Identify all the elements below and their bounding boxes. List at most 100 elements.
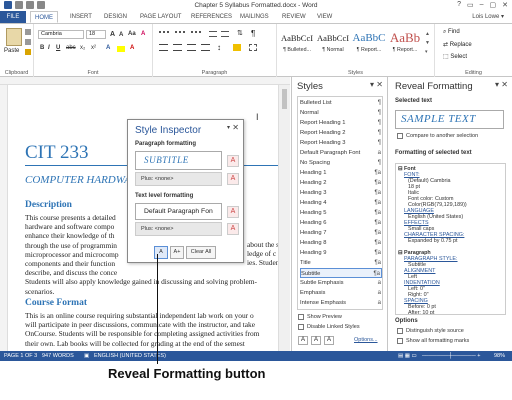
show-all-marks-checkbox[interactable] bbox=[397, 338, 403, 344]
style-list-item[interactable]: Heading 3 ¶a bbox=[300, 188, 382, 198]
maximize-button[interactable]: ▢ bbox=[490, 1, 497, 9]
align-center-icon[interactable] bbox=[173, 44, 182, 51]
bold-button[interactable]: B bbox=[40, 45, 44, 51]
tab-review[interactable]: REVIEW bbox=[278, 11, 310, 23]
clear-text-icon[interactable]: A bbox=[227, 223, 239, 235]
pane-menu-icon[interactable]: ▾ bbox=[227, 124, 230, 131]
align-left-icon[interactable] bbox=[159, 44, 168, 51]
font-name-combo[interactable]: Cambria bbox=[38, 30, 84, 39]
tab-file[interactable]: FILE bbox=[0, 11, 26, 23]
word-count[interactable]: 947 WORDS bbox=[42, 353, 74, 359]
view-buttons[interactable]: ▤ ▦ ▭ bbox=[398, 353, 417, 359]
sort-icon[interactable]: ⇅ bbox=[237, 29, 243, 37]
vertical-ruler[interactable] bbox=[0, 85, 8, 351]
manage-styles-icon[interactable]: A bbox=[324, 336, 334, 345]
sample-text-box[interactable]: SAMPLE TEXT bbox=[395, 110, 504, 129]
paragraph-plus-box[interactable]: Plus: <none> bbox=[135, 172, 222, 186]
style-list-item[interactable]: Report Heading 3 ¶ bbox=[300, 138, 382, 148]
style-gallery-item[interactable]: AaBb ¶ Report... bbox=[388, 29, 422, 61]
superscript-button[interactable]: x² bbox=[91, 45, 96, 51]
justify-icon[interactable] bbox=[201, 44, 210, 51]
style-list-item[interactable]: Heading 5 ¶a bbox=[300, 208, 382, 218]
close-icon[interactable]: ▾ ✕ bbox=[370, 80, 383, 89]
clear-formatting-icon[interactable]: A bbox=[141, 31, 145, 37]
user-account[interactable]: Lois Lowe ▾ bbox=[472, 13, 504, 20]
tab-design[interactable]: DESIGN bbox=[100, 11, 131, 23]
style-list-item[interactable]: Subtle Emphasis a bbox=[300, 278, 382, 288]
tab-references[interactable]: REFERENCES bbox=[187, 11, 236, 23]
proofing-icon[interactable]: ▣ bbox=[84, 353, 89, 359]
paste-icon[interactable] bbox=[6, 28, 22, 46]
language-status[interactable]: ENGLISH (UNITED STATES) bbox=[94, 353, 166, 359]
style-list-item[interactable]: Report Heading 1 ¶ bbox=[300, 118, 382, 128]
line-spacing-icon[interactable]: ↕ bbox=[217, 43, 221, 52]
scroll-thumb[interactable] bbox=[282, 89, 287, 109]
style-list-item[interactable]: No Spacing ¶ bbox=[300, 158, 382, 168]
italic-button[interactable]: I bbox=[48, 45, 50, 51]
new-style-button[interactable]: A+ bbox=[170, 246, 184, 259]
reset-text-icon[interactable]: A bbox=[227, 206, 239, 218]
style-inspector-icon[interactable]: A bbox=[311, 336, 321, 345]
page-count[interactable]: PAGE 1 OF 3 bbox=[4, 353, 37, 359]
show-marks-icon[interactable]: ¶ bbox=[251, 29, 255, 38]
distinguish-checkbox[interactable] bbox=[397, 328, 403, 334]
style-list-item[interactable]: Heading 1 ¶a bbox=[300, 168, 382, 178]
replace-button[interactable]: ⇄ Replace bbox=[443, 41, 472, 48]
shrink-font-icon[interactable]: A bbox=[119, 32, 123, 38]
subscript-button[interactable]: x₂ bbox=[80, 45, 85, 51]
style-list-item[interactable]: Normal ¶ bbox=[300, 108, 382, 118]
bullets-icon[interactable] bbox=[159, 31, 169, 38]
find-button[interactable]: ⌕ Find bbox=[443, 29, 460, 36]
style-list-item[interactable]: Default Paragraph Font a bbox=[300, 148, 382, 158]
style-list-item[interactable]: Heading 2 ¶a bbox=[300, 178, 382, 188]
close-icon[interactable]: ▾ ✕ bbox=[495, 80, 508, 89]
tab-view[interactable]: VIEW bbox=[313, 11, 336, 23]
change-case-icon[interactable]: Aa bbox=[128, 31, 136, 37]
new-style-icon[interactable]: A bbox=[298, 336, 308, 345]
style-list-item-selected[interactable]: Subtitle ¶a bbox=[300, 268, 382, 278]
shading-icon[interactable] bbox=[233, 44, 241, 51]
tab-page-layout[interactable]: PAGE LAYOUT bbox=[136, 11, 185, 23]
clear-paragraph-icon[interactable]: A bbox=[227, 173, 239, 185]
style-list-item[interactable]: Heading 7 ¶a bbox=[300, 228, 382, 238]
style-list-item[interactable]: Bulleted List ¶ bbox=[300, 98, 382, 108]
formatting-details[interactable]: ⊟ Font FONT: (Default) Cambria 18 pt Italic F… bbox=[395, 163, 506, 315]
style-list-item[interactable]: Title ¶a bbox=[300, 258, 382, 268]
tab-mailings[interactable]: MAILINGS bbox=[236, 11, 273, 23]
font-size-combo[interactable]: 18 bbox=[86, 30, 106, 39]
tab-insert[interactable]: INSERT bbox=[66, 11, 96, 23]
grow-font-icon[interactable]: A bbox=[110, 31, 115, 38]
vertical-scrollbar[interactable] bbox=[278, 85, 290, 351]
styles-gallery-scroll[interactable]: ▲ ▼ ▾ bbox=[425, 30, 430, 57]
select-button[interactable]: ⬚ Select bbox=[443, 53, 467, 60]
style-list-item[interactable]: Intense Emphasis a bbox=[300, 298, 382, 308]
close-icon[interactable]: ✕ bbox=[232, 123, 239, 132]
zoom-slider[interactable]: –──────┼────── + bbox=[422, 353, 480, 359]
style-list-item[interactable]: Heading 4 ¶a bbox=[300, 198, 382, 208]
text-plus-box[interactable]: Plus: <none> bbox=[135, 222, 222, 236]
options-link[interactable]: Options... bbox=[354, 337, 378, 343]
style-list-item[interactable]: Heading 9 ¶a bbox=[300, 248, 382, 258]
style-gallery-item[interactable]: AaBbCcI ¶ Bulleted... bbox=[280, 29, 314, 61]
compare-checkbox[interactable] bbox=[397, 133, 403, 139]
copy-icon[interactable] bbox=[25, 39, 31, 45]
minimize-button[interactable]: – bbox=[480, 1, 484, 9]
paste-button-label[interactable]: Paste bbox=[4, 48, 19, 54]
tab-home[interactable]: HOME bbox=[30, 11, 58, 23]
help-button[interactable]: ? bbox=[457, 1, 461, 9]
cut-icon[interactable] bbox=[25, 29, 31, 35]
style-list-item[interactable]: Emphasis a bbox=[300, 288, 382, 298]
clear-all-button[interactable]: Clear All bbox=[186, 246, 216, 259]
close-button[interactable]: ✕ bbox=[502, 1, 508, 9]
multilevel-list-icon[interactable] bbox=[191, 31, 201, 38]
style-list-item[interactable]: Heading 8 ¶a bbox=[300, 238, 382, 248]
numbering-icon[interactable] bbox=[175, 31, 185, 38]
reset-paragraph-icon[interactable]: A bbox=[227, 155, 239, 167]
text-effects-button[interactable]: A bbox=[106, 45, 110, 51]
show-preview-checkbox[interactable] bbox=[298, 314, 304, 320]
style-list-item[interactable]: Report Heading 2 ¶ bbox=[300, 128, 382, 138]
horizontal-ruler[interactable] bbox=[0, 77, 290, 85]
strikethrough-button[interactable]: abc bbox=[66, 45, 76, 51]
align-right-icon[interactable] bbox=[187, 44, 196, 51]
ribbon-display-button[interactable]: ▭ bbox=[467, 1, 474, 9]
